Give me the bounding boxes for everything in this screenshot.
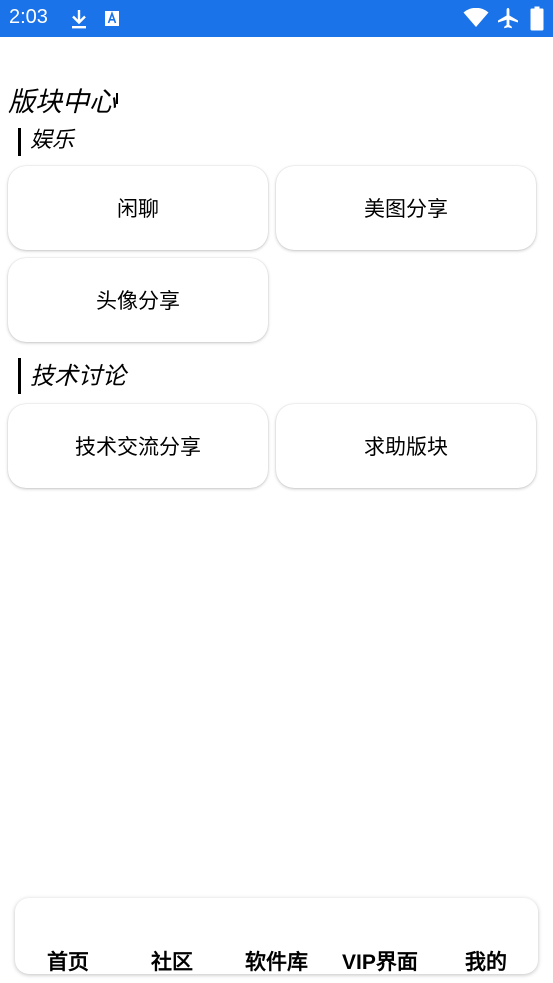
nav-home[interactable]: 首页	[47, 946, 89, 976]
battery-icon	[530, 6, 544, 31]
board-card-avatar-share[interactable]: 头像分享	[8, 258, 268, 342]
nav-software-library[interactable]: 软件库	[245, 946, 308, 976]
nav-community[interactable]: 社区	[151, 946, 193, 976]
wifi-icon	[463, 8, 489, 27]
nav-mine[interactable]: 我的	[465, 946, 507, 976]
status-time: 2:03	[9, 6, 48, 28]
section-heading-entertainment: 娱乐	[18, 128, 74, 156]
text-cursor	[116, 93, 118, 104]
page-title: 版块中心	[8, 87, 116, 118]
board-card-image-share[interactable]: 美图分享	[276, 166, 536, 250]
board-card-chat[interactable]: 闲聊	[8, 166, 268, 250]
section-heading-tech: 技术讨论	[18, 358, 126, 394]
status-bar: 2:03	[0, 0, 553, 37]
bottom-nav: 首页 社区 软件库 VIP界面 我的	[15, 898, 538, 974]
font-a-icon	[105, 11, 119, 26]
board-card-tech-share[interactable]: 技术交流分享	[8, 404, 268, 488]
nav-vip[interactable]: VIP界面	[342, 946, 418, 976]
airplane-icon	[498, 8, 518, 29]
download-icon	[72, 10, 86, 29]
board-card-help[interactable]: 求助版块	[276, 404, 536, 488]
